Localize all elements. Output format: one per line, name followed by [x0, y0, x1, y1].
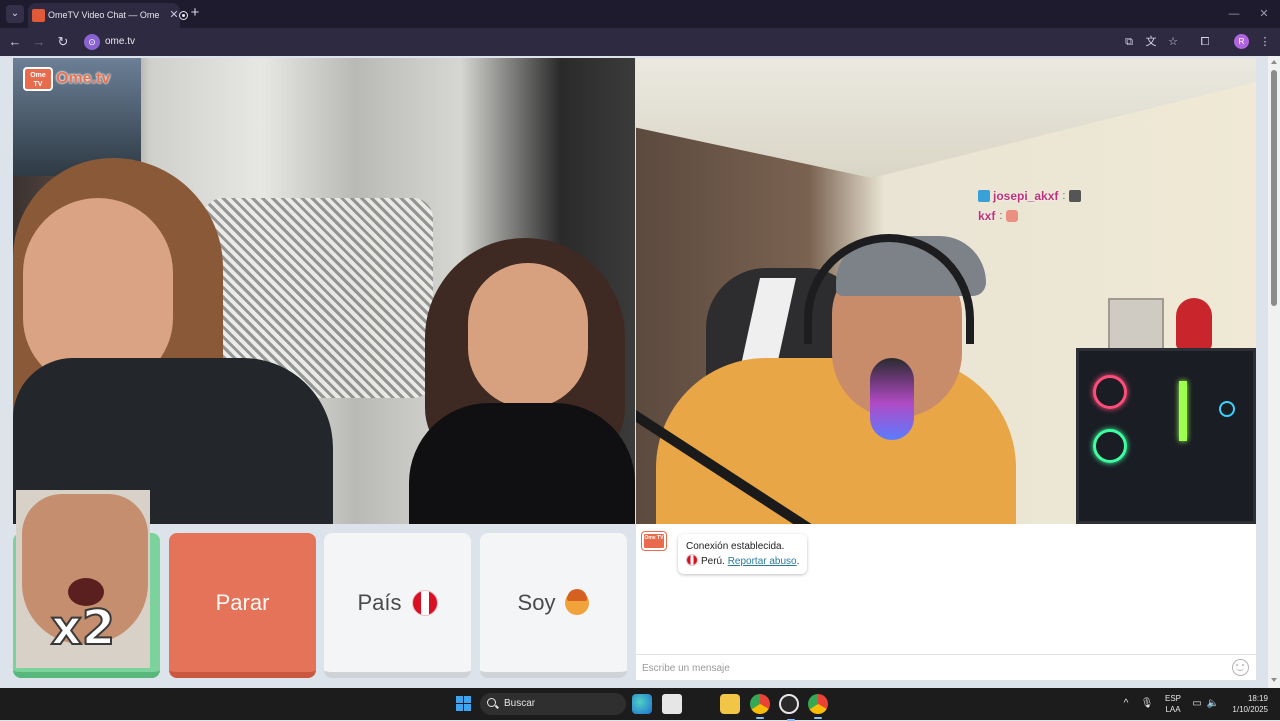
- country-name: Perú.: [701, 556, 725, 567]
- bookmark-star-icon[interactable]: ☆: [1164, 33, 1182, 51]
- windows-start-icon[interactable]: [456, 696, 472, 712]
- emote-icon: [1069, 190, 1082, 202]
- windows-taskbar: Buscar ^ 🎙 ESP LAA ▭ 🔈 18:19 1/10/2025: [0, 688, 1280, 721]
- overlay-username: josepi_akxf: [993, 189, 1059, 203]
- x2-badge: x2: [50, 599, 116, 657]
- scrollbar-thumb[interactable]: [1271, 70, 1277, 306]
- ometv-favicon-icon: [32, 9, 45, 22]
- maximize-button[interactable]: [1224, 5, 1244, 23]
- install-app-icon[interactable]: ⧉: [1120, 33, 1138, 51]
- file-explorer-icon[interactable]: [720, 694, 740, 714]
- microphone: [870, 358, 914, 440]
- stranger-video: Ome TV Ome.tv: [13, 58, 635, 524]
- overlay-separator: :: [999, 210, 1003, 222]
- ometv-logo-badge: Ome TV: [23, 67, 53, 91]
- window-close-button[interactable]: ✕: [1254, 5, 1274, 23]
- tab-title: OmeTV Video Chat — Ome: [48, 10, 160, 20]
- ometv-page: Ome TV Ome.tv josepi_akxf : kxf: x2 Par…: [0, 56, 1280, 688]
- platform-badge-icon: [978, 190, 990, 202]
- translate-icon[interactable]: 文: [1142, 33, 1160, 51]
- reload-button[interactable]: ↻: [54, 33, 72, 51]
- pc-ram-light: [1179, 381, 1187, 441]
- emote-icon: [1006, 210, 1019, 222]
- ometv-logo-wordmark: Ome.tv: [56, 70, 111, 87]
- stream-chat-overlay: josepi_akxf : kxf :: [978, 186, 1082, 226]
- report-link-suffix: .: [796, 556, 800, 567]
- extensions-icon[interactable]: ⧠: [1196, 33, 1214, 51]
- back-button[interactable]: ←: [6, 33, 24, 51]
- overlay-line: josepi_akxf :: [978, 186, 1082, 206]
- peru-flag-icon: [686, 554, 698, 566]
- clock-date: 1/10/2025: [1232, 705, 1268, 714]
- show-hidden-icons-icon[interactable]: ^: [1120, 696, 1132, 712]
- connection-status: Conexión establecida.: [686, 541, 785, 552]
- stop-button[interactable]: Parar: [169, 533, 316, 678]
- ometv-logo: Ome TV Ome.tv: [23, 66, 110, 92]
- taskbar-search[interactable]: Buscar: [480, 693, 626, 715]
- country-button[interactable]: País: [324, 533, 471, 678]
- peru-flag-icon: [411, 589, 438, 616]
- pc-cooler-light: [1219, 401, 1235, 417]
- site-info-icon[interactable]: ⊙: [84, 34, 100, 50]
- url-text[interactable]: ome.tv: [105, 35, 135, 49]
- store-icon[interactable]: [662, 694, 682, 714]
- gender-button[interactable]: Soy: [480, 533, 627, 678]
- streamer-body: [656, 358, 1016, 524]
- gender-button-label: Soy: [517, 589, 556, 615]
- chat-input-bar: [636, 654, 1256, 680]
- overlay-username: kxf: [978, 209, 996, 223]
- report-abuse-link[interactable]: Reportar abuso: [728, 556, 797, 567]
- ometv-chat-logo: Ome TV: [642, 532, 666, 550]
- language-code: ESP: [1164, 694, 1181, 703]
- country-button-label: País: [357, 589, 402, 615]
- tab-close-icon[interactable]: ✕: [168, 8, 180, 22]
- taskbar-search-label: Buscar: [504, 698, 536, 709]
- keyboard-layout: LAA: [1165, 705, 1181, 714]
- person-right-body: [409, 403, 635, 524]
- search-icon: [487, 698, 496, 707]
- volume-icon[interactable]: 🔈: [1206, 696, 1220, 712]
- browser-tabstrip: ⌄ OmeTV Video Chat — Ome ✕ + — ✕: [0, 0, 1280, 28]
- pc-fan-light: [1093, 429, 1127, 463]
- scroll-down-icon[interactable]: [1271, 678, 1277, 682]
- country-line: Perú. Reportar abuso.: [686, 554, 799, 569]
- shelf-figure: [1176, 298, 1212, 350]
- profile-avatar[interactable]: R: [1234, 34, 1249, 49]
- taskbar-clock[interactable]: 18:19 1/10/2025: [1224, 693, 1268, 715]
- network-icon[interactable]: ▭: [1190, 696, 1204, 712]
- chrome-icon[interactable]: [750, 694, 770, 719]
- room-ceiling: [636, 58, 1256, 178]
- system-message: Ome TV Conexión establecida. Perú. Repor…: [642, 532, 808, 574]
- overlay-line: kxf :: [978, 206, 1081, 226]
- clock-time: 18:19: [1247, 694, 1268, 703]
- boy-emoji-icon: [565, 588, 590, 615]
- gaming-pc: [1076, 348, 1256, 524]
- chrome-profile-icon[interactable]: [808, 694, 828, 719]
- new-tab-button[interactable]: +: [186, 4, 204, 22]
- self-video: josepi_akxf : kxf :: [636, 58, 1256, 524]
- microphone-icon[interactable]: 🎙: [1140, 696, 1154, 712]
- browser-toolbar: ← → ↻ ⊙ ome.tv ⧉ 文 ☆ ⧠ R ⋮: [0, 28, 1280, 56]
- edge-icon[interactable]: [632, 694, 652, 714]
- tab-search-button[interactable]: ⌄: [6, 5, 24, 23]
- person-right-face: [468, 263, 588, 408]
- emoji-picker-icon[interactable]: [1232, 659, 1249, 676]
- overlay-separator: :: [1062, 190, 1066, 202]
- obs-icon[interactable]: [779, 694, 799, 721]
- chat-panel: Ome TV Conexión establecida. Perú. Repor…: [636, 524, 1256, 680]
- page-scrollbar[interactable]: [1268, 56, 1280, 688]
- input-language[interactable]: ESP LAA: [1162, 693, 1184, 715]
- forward-button[interactable]: →: [30, 33, 48, 51]
- pc-fan-light: [1093, 375, 1127, 409]
- scroll-up-icon[interactable]: [1271, 60, 1277, 64]
- message-input[interactable]: [642, 659, 1222, 677]
- streamer-facecam: x2: [16, 490, 150, 668]
- address-bar[interactable]: ⊙ ome.tv: [78, 31, 1188, 53]
- message-bubble: Conexión establecida. Perú. Reportar abu…: [678, 534, 808, 574]
- stop-button-label: Parar: [215, 589, 270, 615]
- browser-menu-icon[interactable]: ⋮: [1256, 33, 1274, 51]
- tab-ometv[interactable]: OmeTV Video Chat — Ome ✕: [28, 3, 188, 28]
